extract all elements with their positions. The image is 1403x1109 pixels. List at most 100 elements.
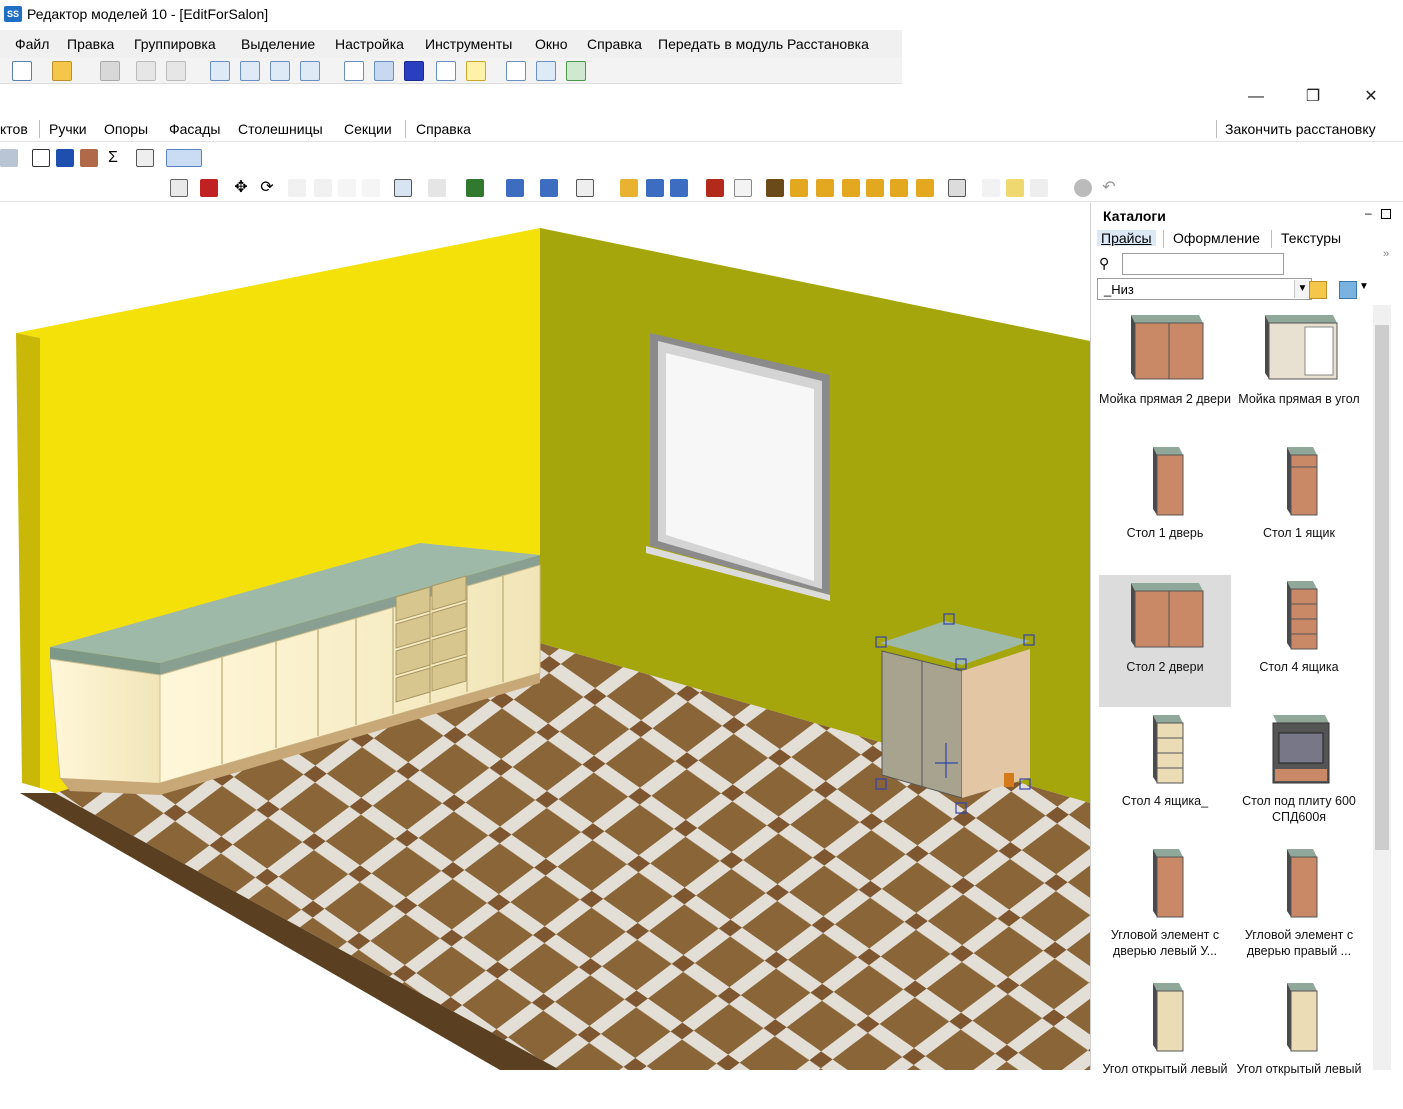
menu-sections[interactable]: Секции <box>344 121 392 137</box>
select-arrow-icon[interactable] <box>536 61 556 81</box>
line-icon[interactable] <box>436 61 456 81</box>
menu-tools[interactable]: Инструменты <box>425 36 512 52</box>
catalog-item[interactable]: Мойка прямая в угол <box>1233 307 1365 439</box>
duplicate-icon[interactable] <box>646 179 664 197</box>
zoom-window-icon[interactable] <box>240 61 260 81</box>
shelf-icon[interactable] <box>916 179 934 197</box>
catalog-scrollbar[interactable] <box>1373 305 1391 1070</box>
menu-file[interactable]: Файл <box>15 36 49 52</box>
restore-button[interactable]: ❐ <box>1300 86 1326 108</box>
height-icon[interactable] <box>540 179 558 197</box>
catalog-item[interactable]: Угол открытый левый <box>1099 977 1231 1109</box>
align-left-icon[interactable] <box>288 179 306 197</box>
bounds-icon[interactable] <box>734 179 752 197</box>
facade-icon[interactable] <box>80 149 98 167</box>
rotate-icon[interactable]: ⟳ <box>258 179 276 197</box>
view-mode-chevron-icon[interactable]: ▼ <box>1359 281 1369 292</box>
tab-textures[interactable]: Текстуры <box>1281 230 1341 246</box>
zoom-icon[interactable] <box>270 61 290 81</box>
properties-icon[interactable] <box>136 149 154 167</box>
undo-arrow-icon[interactable]: ↶ <box>1100 179 1118 197</box>
menu-send-to-placement[interactable]: Передать в модуль Расстановка <box>658 36 869 52</box>
new-file-icon[interactable] <box>12 61 32 81</box>
hose-icon[interactable] <box>866 179 884 197</box>
crate-icon[interactable] <box>982 179 1000 197</box>
tab-decor[interactable]: Оформление <box>1173 230 1260 246</box>
menu-settings[interactable]: Настройка <box>335 36 404 52</box>
board-icon[interactable] <box>890 179 908 197</box>
sum-icon[interactable]: Σ <box>104 149 122 167</box>
catalog-item[interactable]: Стол под плиту 600 СПД600я <box>1233 709 1365 841</box>
dimension-icon[interactable] <box>166 149 202 167</box>
cabinet-icon[interactable] <box>0 149 18 167</box>
finish-placement-button[interactable]: Закончить расстановку <box>1225 121 1376 137</box>
magnet-red-icon[interactable] <box>200 179 218 197</box>
material-icon[interactable] <box>706 179 724 197</box>
measure-icon[interactable] <box>506 61 526 81</box>
fence-icon[interactable] <box>766 179 784 197</box>
stop-icon[interactable] <box>1074 179 1092 197</box>
snap-icon[interactable] <box>374 61 394 81</box>
catalog-item[interactable]: Стол 1 ящик <box>1233 441 1365 573</box>
expand-icon[interactable]: » <box>1383 248 1389 260</box>
undo-icon[interactable] <box>136 61 156 81</box>
maximize-panel-icon[interactable] <box>1381 209 1391 219</box>
door-icon[interactable] <box>32 149 50 167</box>
snap-corner-icon[interactable] <box>620 179 638 197</box>
scrollbar-thumb[interactable] <box>1375 325 1389 850</box>
drawer-icon[interactable] <box>948 179 966 197</box>
stack-icon[interactable] <box>428 179 446 197</box>
menu-window[interactable]: Окно <box>535 36 568 52</box>
move-icon[interactable]: ✥ <box>232 179 250 197</box>
magnet-icon[interactable] <box>404 61 424 81</box>
axes-icon[interactable] <box>344 61 364 81</box>
catalog-item[interactable]: Стол 4 ящика <box>1233 575 1365 707</box>
catalog-item[interactable]: Угол открытый левый <box>1233 977 1365 1109</box>
panel-icon[interactable] <box>842 179 860 197</box>
menu-edit[interactable]: Правка <box>67 36 114 52</box>
catalog-search-input[interactable] <box>1122 253 1284 275</box>
menu-objects[interactable]: ктов <box>0 121 28 137</box>
menu-handles[interactable]: Ручки <box>49 121 87 137</box>
align-right-icon[interactable] <box>314 179 332 197</box>
catalog-item[interactable]: Стол 2 двери <box>1099 575 1231 707</box>
folder-up-icon[interactable] <box>1309 281 1327 299</box>
menu-countertops[interactable]: Столешницы <box>238 121 323 137</box>
catalog-item[interactable]: Угловой элемент с дверью правый ... <box>1233 843 1365 975</box>
triangle-icon[interactable] <box>362 179 380 197</box>
open-folder-icon[interactable] <box>52 61 72 81</box>
zoom-fit-icon[interactable] <box>210 61 230 81</box>
mirror-icon[interactable] <box>338 179 356 197</box>
ruler-icon[interactable] <box>466 61 486 81</box>
view-mode-icon[interactable] <box>1339 281 1357 299</box>
box-icon[interactable] <box>566 61 586 81</box>
redo-icon[interactable] <box>166 61 186 81</box>
lift-icon[interactable] <box>506 179 524 197</box>
rec-icon[interactable] <box>1030 179 1048 197</box>
close-button[interactable]: ✕ <box>1358 86 1384 108</box>
drop-icon[interactable] <box>466 179 484 197</box>
copy-icon[interactable] <box>170 179 188 197</box>
view-icon[interactable] <box>394 179 412 197</box>
menu-supports[interactable]: Опоры <box>104 121 148 137</box>
catalog-item[interactable]: Стол 1 дверь <box>1099 441 1231 573</box>
menu-selection[interactable]: Выделение <box>241 36 315 52</box>
minimize-button[interactable]: — <box>1243 86 1269 108</box>
measure-tape-icon[interactable] <box>1006 179 1024 197</box>
catalog-item[interactable]: Мойка прямая 2 двери <box>1099 307 1231 439</box>
menu-help-inner[interactable]: Справка <box>416 121 471 137</box>
plinth-icon[interactable] <box>790 179 808 197</box>
catalog-item[interactable]: Угловой элемент с дверью левый У... <box>1099 843 1231 975</box>
group-icon[interactable] <box>576 179 594 197</box>
binoculars-icon[interactable]: ⚲ <box>1099 255 1109 272</box>
profile-icon[interactable] <box>816 179 834 197</box>
catalog-item[interactable]: Стол 4 ящика_ <box>1099 709 1231 841</box>
save-icon[interactable] <box>100 61 120 81</box>
array-icon[interactable] <box>670 179 688 197</box>
pan-icon[interactable] <box>300 61 320 81</box>
viewport-3d[interactable] <box>0 203 1090 1070</box>
pin-icon[interactable]: – <box>1365 206 1372 220</box>
menu-help[interactable]: Справка <box>587 36 642 52</box>
logo-icon[interactable] <box>56 149 74 167</box>
tab-prices[interactable]: Прайсы <box>1097 230 1156 246</box>
